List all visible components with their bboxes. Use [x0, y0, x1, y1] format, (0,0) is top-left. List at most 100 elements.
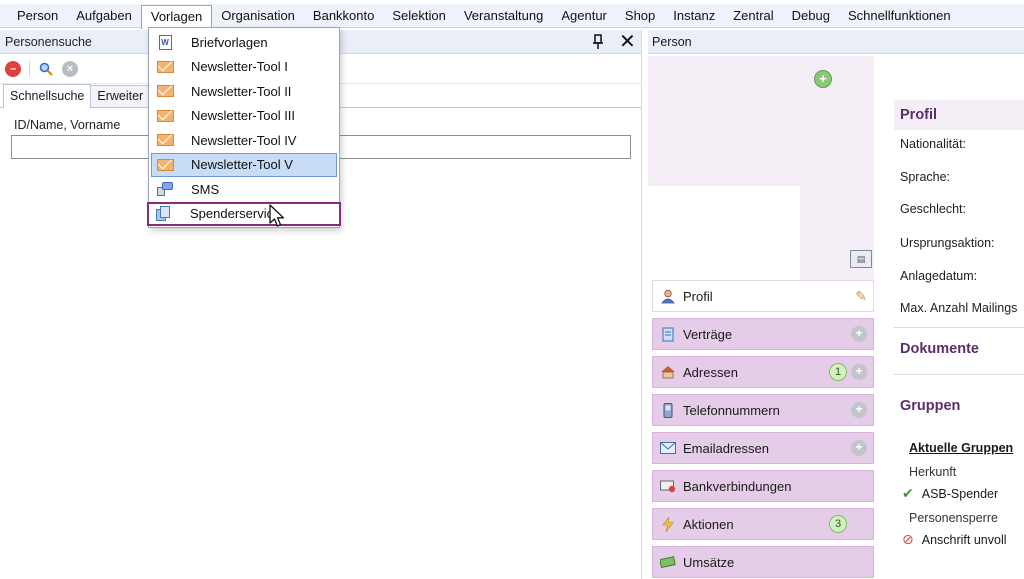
menu-item-label: Briefvorlagen: [191, 34, 268, 50]
documents-icon: [155, 205, 173, 222]
blocked-icon: ⊘: [902, 531, 914, 547]
pane-title: Personensuche: [5, 34, 92, 49]
house-icon: [659, 364, 677, 380]
photo-background-side: [800, 56, 874, 280]
nav-label: Profil: [683, 288, 713, 304]
stop-icon[interactable]: –: [5, 60, 21, 77]
vorlagen-dropdown: W Briefvorlagen Newsletter-Tool I Newsle…: [147, 27, 341, 228]
menu-shop[interactable]: Shop: [616, 5, 664, 27]
envelope-icon: [156, 83, 174, 99]
menu-veranstaltung[interactable]: Veranstaltung: [455, 5, 553, 27]
envelope-icon: [156, 59, 174, 75]
nav-umsaetze[interactable]: Umsätze: [652, 546, 874, 578]
menu-item-label: Newsletter-Tool IV: [191, 132, 297, 148]
check-icon: ✔: [902, 485, 914, 501]
nav-label: Verträge: [683, 326, 733, 342]
menu-agentur[interactable]: Agentur: [552, 5, 616, 27]
menu-item-newsletter-1[interactable]: Newsletter-Tool I: [151, 55, 337, 80]
menu-item-label: SMS: [191, 181, 220, 197]
menu-schnellfunktionen[interactable]: Schnellfunktionen: [839, 5, 960, 27]
menu-item-newsletter-5[interactable]: Newsletter-Tool V: [151, 152, 337, 177]
person-icon: [659, 288, 677, 304]
menu-item-label: Spenderservic: [190, 206, 274, 222]
nav-telefonnummern[interactable]: Telefonnummern +: [652, 394, 874, 426]
menu-instanz[interactable]: Instanz: [664, 5, 724, 27]
add-photo-icon[interactable]: +: [814, 70, 832, 88]
count-badge: 1: [829, 363, 847, 381]
divider: [894, 327, 1024, 328]
menu-item-newsletter-4[interactable]: Newsletter-Tool IV: [151, 128, 337, 153]
nationality-label: Nationalität:: [900, 137, 967, 151]
bank-icon: [659, 478, 677, 494]
nav-label: Adressen: [683, 364, 738, 380]
menu-person[interactable]: Person: [8, 5, 67, 27]
group-item: ⊘ Anschrift unvoll: [894, 531, 1024, 548]
nav-adressen[interactable]: Adressen 1 +: [652, 356, 874, 388]
nav-label: Emailadressen: [683, 440, 769, 456]
group-item: ✔ ASB-Spender: [894, 485, 1024, 502]
current-groups-title: Aktuelle Gruppen: [909, 441, 1014, 455]
menu-item-sms[interactable]: SMS: [151, 177, 337, 202]
person-pane-header: Person: [648, 30, 1024, 54]
envelope-icon: [156, 157, 174, 173]
divider: [894, 374, 1024, 375]
language-label: Sprache:: [900, 170, 951, 184]
menu-item-briefvorlagen[interactable]: W Briefvorlagen: [151, 30, 337, 55]
menu-debug[interactable]: Debug: [783, 5, 839, 27]
search-icon[interactable]: [38, 61, 54, 77]
add-icon[interactable]: +: [851, 364, 867, 380]
menu-zentral[interactable]: Zentral: [724, 5, 782, 27]
add-icon[interactable]: +: [851, 402, 867, 418]
contract-icon: [659, 326, 677, 342]
menu-organisation[interactable]: Organisation: [212, 5, 304, 27]
money-icon: [659, 554, 677, 570]
menubar: Person Aufgaben Vorlagen Organisation Ba…: [0, 4, 1024, 29]
photo-area: + ▤: [648, 56, 874, 280]
pencil-icon[interactable]: ✎: [855, 288, 867, 305]
nav-bankverbindungen[interactable]: Bankverbindungen: [652, 470, 874, 502]
word-document-icon: W: [156, 34, 174, 50]
nav-label: Telefonnummern: [683, 402, 780, 418]
origin-action-label: Ursprungsaktion:: [900, 236, 995, 250]
section-gruppen-title: Gruppen: [894, 391, 1024, 421]
menu-item-label: Newsletter-Tool I: [191, 59, 288, 75]
clear-icon[interactable]: ×: [62, 60, 78, 77]
menu-item-newsletter-2[interactable]: Newsletter-Tool II: [151, 79, 337, 104]
menu-item-spenderservice[interactable]: Spenderservic: [147, 201, 341, 226]
envelope-icon: [156, 108, 174, 124]
menu-item-label: Newsletter-Tool III: [191, 108, 296, 124]
nav-aktionen[interactable]: Aktionen 3: [652, 508, 874, 540]
group-value: ASB-Spender: [921, 486, 999, 501]
count-badge: 3: [829, 515, 847, 533]
menu-bankkonto[interactable]: Bankkonto: [304, 5, 383, 27]
section-dokumente-title: Dokumente: [894, 334, 1024, 364]
section-profil-title: Profil: [894, 100, 1024, 130]
menu-aufgaben[interactable]: Aufgaben: [67, 5, 141, 27]
nav-vertraege[interactable]: Verträge +: [652, 318, 874, 350]
max-mailings-label: Max. Anzahl Mailings: [900, 301, 1018, 315]
person-nav: Profil ✎ Verträge + Adressen 1 + Telefon…: [652, 280, 874, 579]
person-pane-title: Person: [652, 34, 692, 49]
pin-icon[interactable]: [592, 34, 604, 53]
sms-icon: [156, 181, 174, 197]
add-icon[interactable]: +: [851, 326, 867, 342]
menu-selektion[interactable]: Selektion: [383, 5, 454, 27]
phone-icon: [659, 402, 677, 418]
add-icon[interactable]: +: [851, 440, 867, 456]
close-icon[interactable]: ✕: [619, 31, 636, 53]
sperre-label: Personensperre: [909, 511, 998, 525]
email-icon: [659, 440, 677, 456]
tab-schnellsuche[interactable]: Schnellsuche: [3, 84, 92, 108]
menu-vorlagen[interactable]: Vorlagen: [140, 4, 213, 29]
creation-date-label: Anlagedatum:: [900, 269, 978, 283]
nav-label: Aktionen: [683, 516, 734, 532]
envelope-icon: [156, 132, 174, 148]
business-card-icon[interactable]: ▤: [850, 250, 872, 268]
menu-item-newsletter-3[interactable]: Newsletter-Tool III: [151, 104, 337, 129]
toolbar-separator: [29, 60, 30, 77]
nav-emailadressen[interactable]: Emailadressen +: [652, 432, 874, 464]
nav-profil[interactable]: Profil ✎: [652, 280, 874, 312]
tab-erweitert[interactable]: Erweiter: [90, 85, 151, 107]
person-detail: Profil Nationalität: Sprache: Geschlecht…: [894, 100, 1024, 548]
menu-item-label: Newsletter-Tool V: [191, 157, 293, 173]
